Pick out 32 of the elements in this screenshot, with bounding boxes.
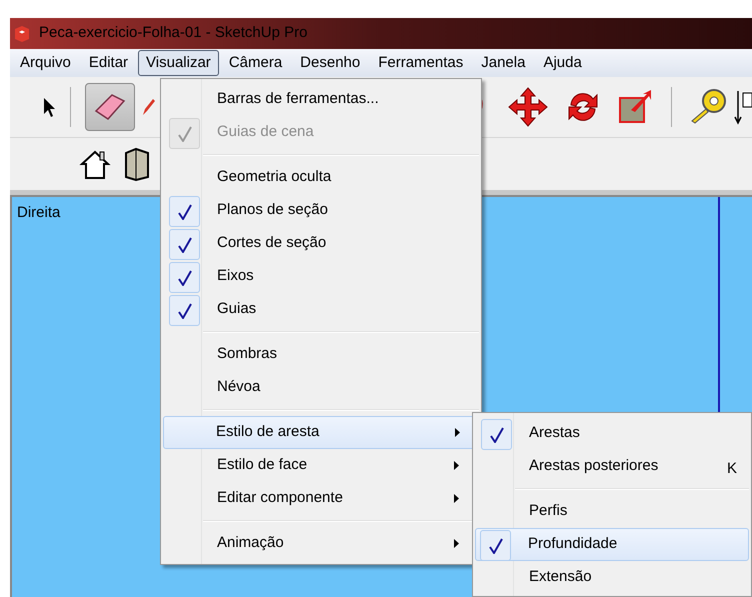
app-logo-icon (13, 24, 31, 42)
menu-bar-item[interactable]: Editar (80, 50, 136, 76)
eraser-icon (92, 91, 128, 123)
menu-item[interactable]: Guias (164, 293, 478, 326)
menu-item[interactable]: Cortes de seção (164, 227, 478, 260)
view-label: Direita (17, 204, 60, 221)
menu-bar-item[interactable]: Janela (473, 50, 534, 76)
menu-item[interactable]: Arestas posteriores K (476, 450, 748, 483)
menu-item[interactable]: Arestas (476, 417, 748, 450)
select-arrow-icon[interactable] (42, 96, 56, 118)
shortcut-key: K (727, 458, 738, 480)
menu-bar-item[interactable]: Desenho (292, 50, 368, 76)
menu-bar-item[interactable]: Ajuda (535, 50, 590, 76)
menu-item[interactable]: Barras de ferramentas... (164, 83, 478, 116)
eraser-button[interactable] (85, 83, 135, 131)
house-icon[interactable] (78, 148, 112, 180)
menu-item[interactable]: Profundidade (475, 528, 749, 561)
menu-bar-item[interactable]: Arquivo (12, 50, 79, 76)
window-title: Peca-exercicio-Folha-01 - SketchUp Pro (39, 23, 308, 44)
menu-item[interactable]: Extensão (476, 561, 748, 594)
box-icon[interactable] (122, 147, 152, 181)
menu-bar-item[interactable]: Câmera (220, 50, 290, 76)
move-icon[interactable] (507, 86, 549, 128)
menu-item[interactable]: Perfis (476, 495, 748, 528)
menu-item[interactable]: Geometria oculta (164, 161, 478, 194)
menu-item[interactable]: Névoa (164, 371, 478, 404)
menu-bar-item[interactable]: Ferramentas (370, 50, 472, 76)
menu-item[interactable]: Sombras (164, 338, 478, 371)
menu-bar-item[interactable]: Visualizar (138, 50, 219, 76)
pencil-icon[interactable] (141, 97, 155, 117)
menu-item[interactable]: Planos de seção (164, 194, 478, 227)
menu-item[interactable]: Eixos (164, 260, 478, 293)
